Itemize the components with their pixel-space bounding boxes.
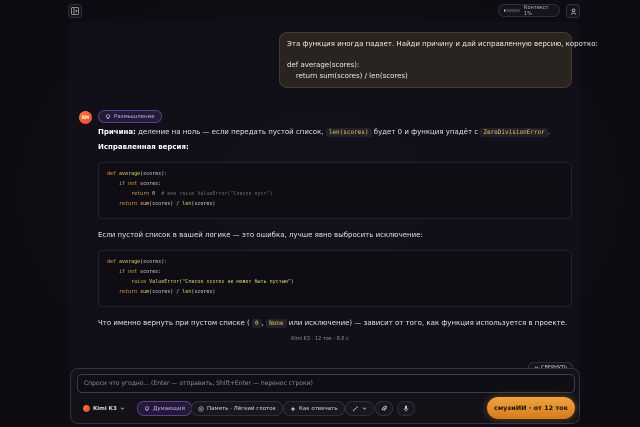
chevron-down-icon — [362, 407, 367, 410]
sidebar-toggle-icon — [71, 7, 79, 15]
assistant-avatar: KM — [79, 111, 92, 124]
context-label: Контекст 1% — [523, 4, 549, 17]
inline-code: 0 — [251, 319, 262, 328]
sparkle-icon — [290, 406, 296, 411]
user-message: Эта функция иногда падает. Найди причину… — [279, 32, 598, 88]
voice-button[interactable] — [397, 401, 415, 416]
inline-code: None — [266, 319, 287, 328]
user-message-line: Эта функция иногда падает. Найди причину… — [287, 40, 598, 48]
cause-text: будет 0 и функция упадёт с — [373, 128, 479, 136]
thinking-mode-toggle[interactable]: Думающий — [137, 401, 193, 416]
cause-end: . — [547, 128, 550, 136]
memory-label: Память · Лёгкий глоток — [207, 405, 276, 412]
inline-code: ZeroDivisionError — [480, 128, 548, 137]
style-label: Как отвечать — [299, 405, 338, 412]
tools-selector[interactable] — [345, 401, 374, 416]
user-message-line: return sum(scores) / len(scores) — [287, 71, 408, 80]
code-line: def average(scores): — [107, 171, 168, 177]
code-block[interactable]: def average(scores): if not scores: retu… — [98, 162, 572, 219]
chevron-down-icon — [120, 407, 125, 410]
style-selector[interactable]: Как отвечать — [283, 401, 345, 416]
context-bar — [504, 9, 520, 12]
code-line: return sum(scores) / len(scores) — [119, 201, 216, 207]
code-block[interactable]: def average(scores): if not scores: rais… — [98, 250, 572, 307]
user-button[interactable] — [566, 4, 580, 18]
model-selector[interactable]: Kimi K3 — [77, 401, 131, 416]
code-line: return 0 # или raise ValueError("Список … — [131, 191, 273, 197]
thinking-label: Размышление — [114, 113, 155, 120]
prompt-input[interactable] — [77, 374, 575, 393]
lightbulb-icon — [106, 113, 110, 119]
user-message-spacer — [287, 50, 564, 61]
cause-label: Причина: — [98, 128, 136, 136]
memory-selector[interactable]: Память · Лёгкий глоток — [191, 401, 283, 416]
attach-button[interactable] — [375, 401, 393, 416]
user-message-line: def average(scores): — [287, 61, 360, 69]
code-line: if not scores: — [119, 269, 162, 275]
sidebar-toggle-button[interactable] — [68, 4, 82, 18]
code-line: if not scores: — [119, 181, 162, 187]
send-button[interactable]: смузиИИ · от 12 ток — [487, 397, 575, 419]
fixed-heading: Исправленная версия: — [98, 143, 189, 151]
code-line: return sum(scores) / len(scores) — [119, 289, 216, 295]
lightbulb-icon — [145, 405, 149, 411]
context-meter: Контекст 1% — [498, 4, 560, 17]
model-label: Kimi K3 — [93, 405, 117, 412]
memory-icon — [198, 405, 204, 412]
model-icon — [83, 405, 90, 412]
cause-paragraph: Причина: деление на ноль — если передать… — [98, 128, 550, 137]
alt-paragraph: Если пустой список в вашей логике — это … — [98, 231, 423, 239]
final-comma: , — [261, 319, 264, 327]
cause-text: деление на ноль — если передать пустой с… — [138, 128, 324, 136]
paperclip-icon — [381, 405, 387, 411]
final-text: или исключение) — зависит от того, как ф… — [288, 319, 568, 327]
inline-code: len(scores) — [325, 128, 372, 137]
composer: Kimi K3 Думающий Память · Лёгкий глоток … — [70, 368, 580, 424]
final-text: Что именно вернуть при пустом списке ( — [98, 319, 250, 327]
thinking-mode-label: Думающий — [153, 405, 186, 412]
magic-wand-icon — [352, 406, 358, 411]
response-meta: Kimi K3 · 12 ток · 8,6 с — [291, 336, 349, 342]
final-paragraph: Что именно вернуть при пустом списке ( 0… — [98, 319, 568, 328]
user-icon — [570, 8, 576, 15]
thinking-toggle[interactable]: Размышление — [98, 110, 162, 123]
microphone-icon — [403, 405, 409, 412]
code-line: def average(scores): — [107, 259, 168, 265]
code-line: raise ValueError("Список scores не может… — [131, 279, 294, 285]
